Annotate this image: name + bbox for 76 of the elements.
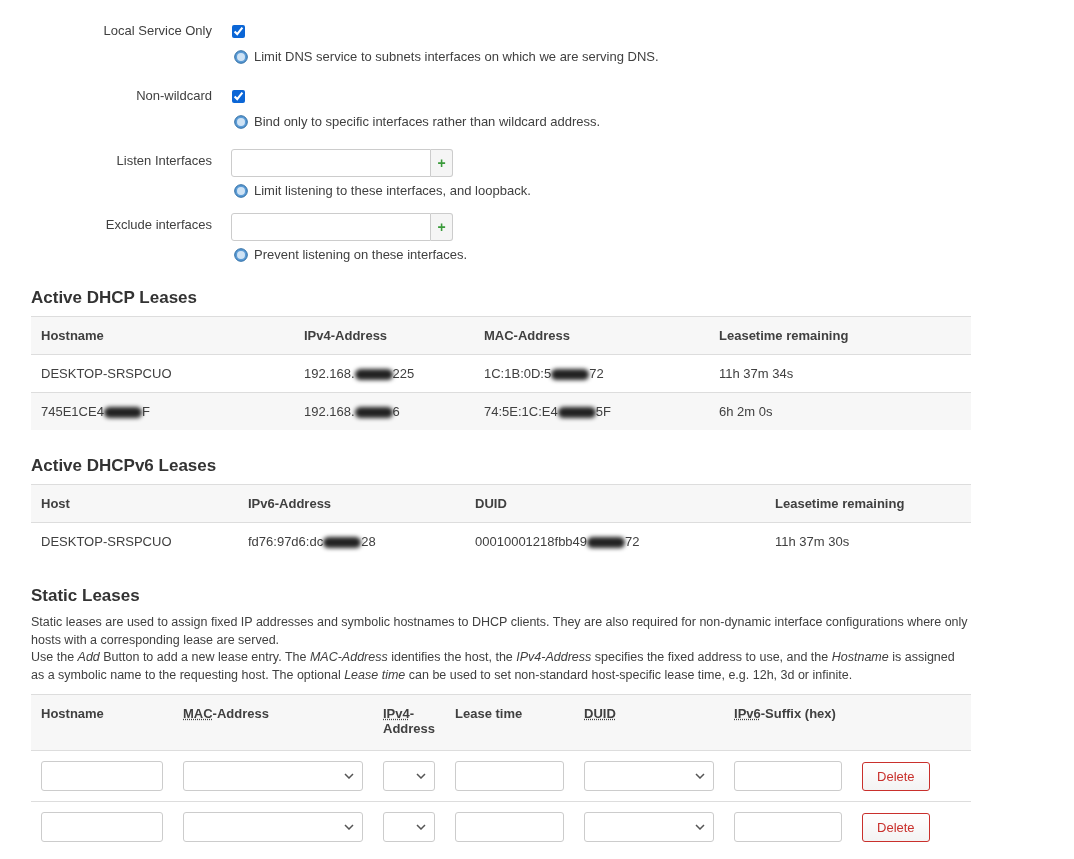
column-header: Leasetime remaining [709, 316, 971, 355]
chevron-icon [344, 773, 354, 779]
cell-text: 6 [392, 404, 400, 419]
field-label: Non-wildcard [135, 87, 213, 105]
help-text: Limit listening to these interfaces, and loopback. [254, 183, 531, 198]
cell-text: 11h 37m 34s [719, 366, 794, 381]
description-text: Use the Add Button to add a new lease entry. The MAC-Address identifies the host, the IPv4-Address specifies the fixed address to use, and the Hostname is assigned as a symbolic name to the requesting host. The optional Lease time can be used to set non-standard host-specific lease time, e.g. 12h, 3d or infinite. [31, 649, 956, 684]
add-button[interactable]: + [431, 213, 453, 241]
column-header: MAC-Address [173, 694, 373, 751]
dropdown[interactable] [383, 761, 435, 791]
description-text: Static leases are used to assign fixed IP addresses and symbolic hostnames to DHCP clients. They are also required for non-dynamic interface configurations where only hosts with a corresponding lease are served. [31, 614, 969, 649]
cell-text: 225 [392, 366, 415, 381]
input-field[interactable] [41, 812, 163, 842]
input-field[interactable] [455, 812, 564, 842]
chevron-icon [695, 773, 705, 779]
checkbox[interactable] [232, 89, 245, 103]
help-icon [234, 247, 248, 262]
cell-text: 11h 37m 30s [775, 534, 850, 549]
cell-text: 28 [361, 534, 376, 549]
cell-text: DESKTOP-SRSPCUO [41, 366, 172, 381]
dropdown[interactable] [383, 812, 435, 842]
column-header: IPv4-Address [294, 316, 474, 355]
field-label: Local Service Only [102, 22, 213, 40]
dropdown[interactable] [183, 761, 363, 791]
cell-text: 72 [625, 534, 640, 549]
column-header: Host [31, 484, 238, 523]
column-header: Hostname [31, 316, 294, 355]
field-label: Exclude interfaces [104, 216, 213, 234]
help-icon [234, 49, 248, 64]
chevron-icon [695, 824, 705, 830]
delete-button[interactable]: Delete [862, 761, 930, 791]
cell-text: 5F [595, 404, 611, 419]
column-header: IPv6-Address [238, 484, 465, 523]
column-header: IPv4-Address [373, 694, 445, 751]
cell-text: 6h 2m 0s [719, 404, 773, 419]
cell-text: DESKTOP-SRSPCUO [41, 534, 172, 549]
dropdown[interactable] [584, 812, 714, 842]
cell-text: F [141, 404, 150, 419]
checkbox[interactable] [232, 24, 245, 38]
input-field[interactable] [231, 149, 431, 177]
column-header: Hostname [31, 694, 173, 751]
dropdown[interactable] [584, 761, 714, 791]
help-icon [234, 183, 248, 198]
input-field[interactable] [734, 812, 842, 842]
help-text: Prevent listening on these interfaces. [254, 247, 468, 262]
cell-text: 1C:1B:0D:5 [484, 366, 552, 381]
cell-text: 192.168. [304, 366, 355, 381]
section-heading: Active DHCPv6 Leases [31, 456, 218, 476]
column-header: DUID [574, 694, 724, 751]
delete-button[interactable]: Delete [862, 812, 930, 842]
chevron-icon [416, 824, 426, 830]
column-header: IPv6-Suffix (hex) [724, 694, 852, 751]
column-header: Leasetime remaining [765, 484, 971, 523]
section-heading: Static Leases [31, 586, 141, 606]
help-icon [234, 114, 248, 129]
cell-text: 00010001218fbb49 [475, 534, 588, 549]
column-header: Lease time [445, 694, 574, 751]
help-text: Bind only to specific interfaces rather than wildcard address. [254, 114, 601, 129]
add-button[interactable]: + [431, 149, 453, 177]
cell-text: fd76:97d6:dc [248, 534, 324, 549]
dropdown[interactable] [183, 812, 363, 842]
chevron-icon [416, 773, 426, 779]
input-field[interactable] [231, 213, 431, 241]
cell-text: 192.168. [304, 404, 355, 419]
input-field[interactable] [41, 761, 163, 791]
input-field[interactable] [734, 761, 842, 791]
chevron-icon [344, 824, 354, 830]
column-header: MAC-Address [474, 316, 709, 355]
cell-text: 74:5E:1C:E4 [484, 404, 558, 419]
cell-text: 72 [589, 366, 604, 381]
cell-text: 745E1CE4 [41, 404, 104, 419]
input-field[interactable] [455, 761, 564, 791]
section-heading: Active DHCP Leases [31, 288, 198, 308]
help-text: Limit DNS service to subnets interfaces on which we are serving DNS. [254, 49, 659, 64]
field-label: Listen Interfaces [115, 152, 213, 170]
column-header: DUID [465, 484, 765, 523]
